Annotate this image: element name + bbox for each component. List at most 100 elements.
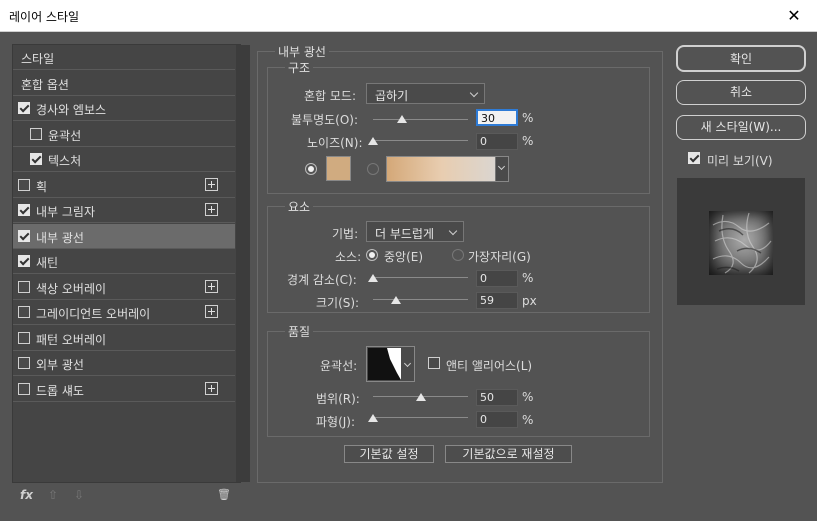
close-icon[interactable]: ✕ xyxy=(771,0,817,31)
contour-label: 윤곽선: xyxy=(320,359,358,373)
sidebar-item-checkbox[interactable] xyxy=(18,178,30,191)
sidebar-item[interactable]: 윤곽선 xyxy=(13,122,235,147)
gradient-picker[interactable] xyxy=(386,156,509,182)
choke-input[interactable]: 0 xyxy=(476,270,518,287)
gradient-picker-toggle[interactable] xyxy=(495,157,508,181)
texture-pattern-icon xyxy=(712,212,772,274)
fx-icon[interactable]: fx xyxy=(20,488,33,502)
sidebar-item-label: 드롭 섀도 xyxy=(36,383,84,398)
trash-icon[interactable]: 🗑 xyxy=(217,488,231,501)
sidebar-item-checkbox[interactable] xyxy=(18,102,30,114)
antialias-label: 앤티 앨리어스(L) xyxy=(446,359,533,373)
sidebar-item[interactable]: 내부 그림자 xyxy=(13,198,235,223)
sidebar-item[interactable]: 스타일 xyxy=(13,45,235,70)
sidebar-item-label: 색상 오버레이 xyxy=(36,281,107,296)
source-edge-radio[interactable] xyxy=(452,249,464,261)
sidebar-item[interactable]: 새틴 xyxy=(13,249,235,274)
technique-value: 더 부드럽게 xyxy=(375,227,435,241)
source-center-radio[interactable] xyxy=(366,249,378,261)
blend-mode-value: 곱하기 xyxy=(375,89,409,103)
structure-title: 구조 xyxy=(285,59,314,76)
sidebar-item[interactable]: 혼합 옵션 xyxy=(13,71,235,96)
opacity-slider-track[interactable] xyxy=(373,119,468,120)
solid-color-radio[interactable] xyxy=(305,163,317,175)
sidebar-item-checkbox[interactable] xyxy=(18,280,30,293)
make-default-button[interactable]: 기본값 설정 xyxy=(344,445,434,463)
contour-picker[interactable] xyxy=(366,346,415,382)
blend-mode-dropdown[interactable]: 곱하기 xyxy=(366,83,485,104)
blend-mode-label: 혼합 모드: xyxy=(304,89,357,103)
sidebar-item-checkbox[interactable] xyxy=(18,204,30,216)
sidebar-item-checkbox[interactable] xyxy=(18,331,30,344)
opacity-label: 불투명도(O): xyxy=(291,113,359,127)
reset-default-button[interactable]: 기본값으로 재설정 xyxy=(445,445,572,463)
elements-title: 요소 xyxy=(285,198,314,215)
size-slider-handle[interactable] xyxy=(390,296,401,304)
add-effect-icon[interactable] xyxy=(205,381,218,395)
sidebar-item[interactable]: 드롭 섀도 xyxy=(13,377,235,402)
noise-slider-track[interactable] xyxy=(373,140,468,141)
technique-dropdown[interactable]: 더 부드럽게 xyxy=(366,221,464,242)
sidebar-item[interactable]: 외부 광선 xyxy=(13,351,235,376)
sidebar-item-checkbox[interactable] xyxy=(18,229,30,242)
chevron-down-icon xyxy=(403,359,412,368)
cancel-button[interactable]: 취소 xyxy=(676,80,806,105)
preview-thumbnail xyxy=(677,178,805,305)
choke-unit: % xyxy=(522,271,534,285)
add-effect-icon[interactable] xyxy=(205,279,218,293)
chevron-down-icon xyxy=(448,226,458,236)
sidebar-item[interactable]: 경사와 엠보스 xyxy=(13,96,235,121)
sidebar-item-checkbox[interactable] xyxy=(18,255,30,267)
sidebar-item[interactable]: 내부 광선 xyxy=(13,223,235,249)
sidebar-item[interactable]: 그레이디언트 오버레이 xyxy=(13,300,235,325)
sidebar-item[interactable]: 텍스처 xyxy=(13,147,235,172)
sidebar-item-label: 스타일 xyxy=(21,52,55,66)
noise-label: 노이즈(N): xyxy=(307,136,363,150)
add-effect-icon[interactable] xyxy=(205,177,218,191)
choke-slider-track[interactable] xyxy=(373,277,468,278)
noise-input[interactable]: 0 xyxy=(476,133,518,150)
sidebar-item-label: 획 xyxy=(36,179,48,194)
glow-color-swatch[interactable] xyxy=(326,156,351,181)
jitter-slider-handle[interactable] xyxy=(368,414,378,422)
sidebar-item-label: 외부 광선 xyxy=(36,358,84,372)
source-label: 소스: xyxy=(335,250,362,264)
window-title: 레이어 스타일 xyxy=(9,10,80,24)
gradient-radio[interactable] xyxy=(367,163,379,175)
quality-title: 품질 xyxy=(285,323,314,340)
range-slider-handle[interactable] xyxy=(415,393,426,401)
panel-title: 내부 광선 xyxy=(275,43,329,60)
sidebar-item[interactable]: 획 xyxy=(13,173,235,198)
jitter-input[interactable]: 0 xyxy=(476,411,518,428)
sidebar-item-label: 패턴 오버레이 xyxy=(36,332,107,347)
new-style-button[interactable]: 새 스타일(W)... xyxy=(676,115,806,140)
chevron-down-icon xyxy=(469,88,479,98)
add-effect-icon[interactable] xyxy=(205,203,218,216)
technique-label: 기법: xyxy=(332,227,359,241)
opacity-input[interactable]: 30 xyxy=(476,109,518,126)
preview-checkbox[interactable] xyxy=(688,152,700,164)
noise-slider-handle[interactable] xyxy=(368,137,378,145)
sidebar-item-checkbox[interactable] xyxy=(18,382,30,395)
noise-unit: % xyxy=(522,134,534,148)
antialias-checkbox[interactable] xyxy=(428,357,440,369)
add-effect-icon[interactable] xyxy=(205,305,218,318)
sidebar-item[interactable]: 색상 오버레이 xyxy=(13,275,235,300)
size-unit: px xyxy=(522,294,537,308)
style-list-scrollbar[interactable] xyxy=(236,45,250,482)
size-slider-track[interactable] xyxy=(373,299,468,300)
size-input[interactable]: 59 xyxy=(476,292,518,309)
move-down-icon[interactable]: ⇩ xyxy=(74,488,84,502)
move-up-icon[interactable]: ⇧ xyxy=(48,488,58,502)
sidebar-item-checkbox[interactable] xyxy=(18,306,30,318)
opacity-slider-handle[interactable] xyxy=(396,115,407,123)
ok-button[interactable]: 확인 xyxy=(676,45,806,72)
sidebar-item[interactable]: 패턴 오버레이 xyxy=(13,326,235,351)
jitter-slider-track[interactable] xyxy=(373,417,468,418)
sidebar-item-checkbox[interactable] xyxy=(18,357,30,369)
jitter-label: 파형(J): xyxy=(316,415,356,429)
sidebar-item-checkbox[interactable] xyxy=(30,153,42,165)
sidebar-item-checkbox[interactable] xyxy=(30,127,42,140)
range-input[interactable]: 50 xyxy=(476,389,518,406)
choke-slider-handle[interactable] xyxy=(368,274,378,282)
